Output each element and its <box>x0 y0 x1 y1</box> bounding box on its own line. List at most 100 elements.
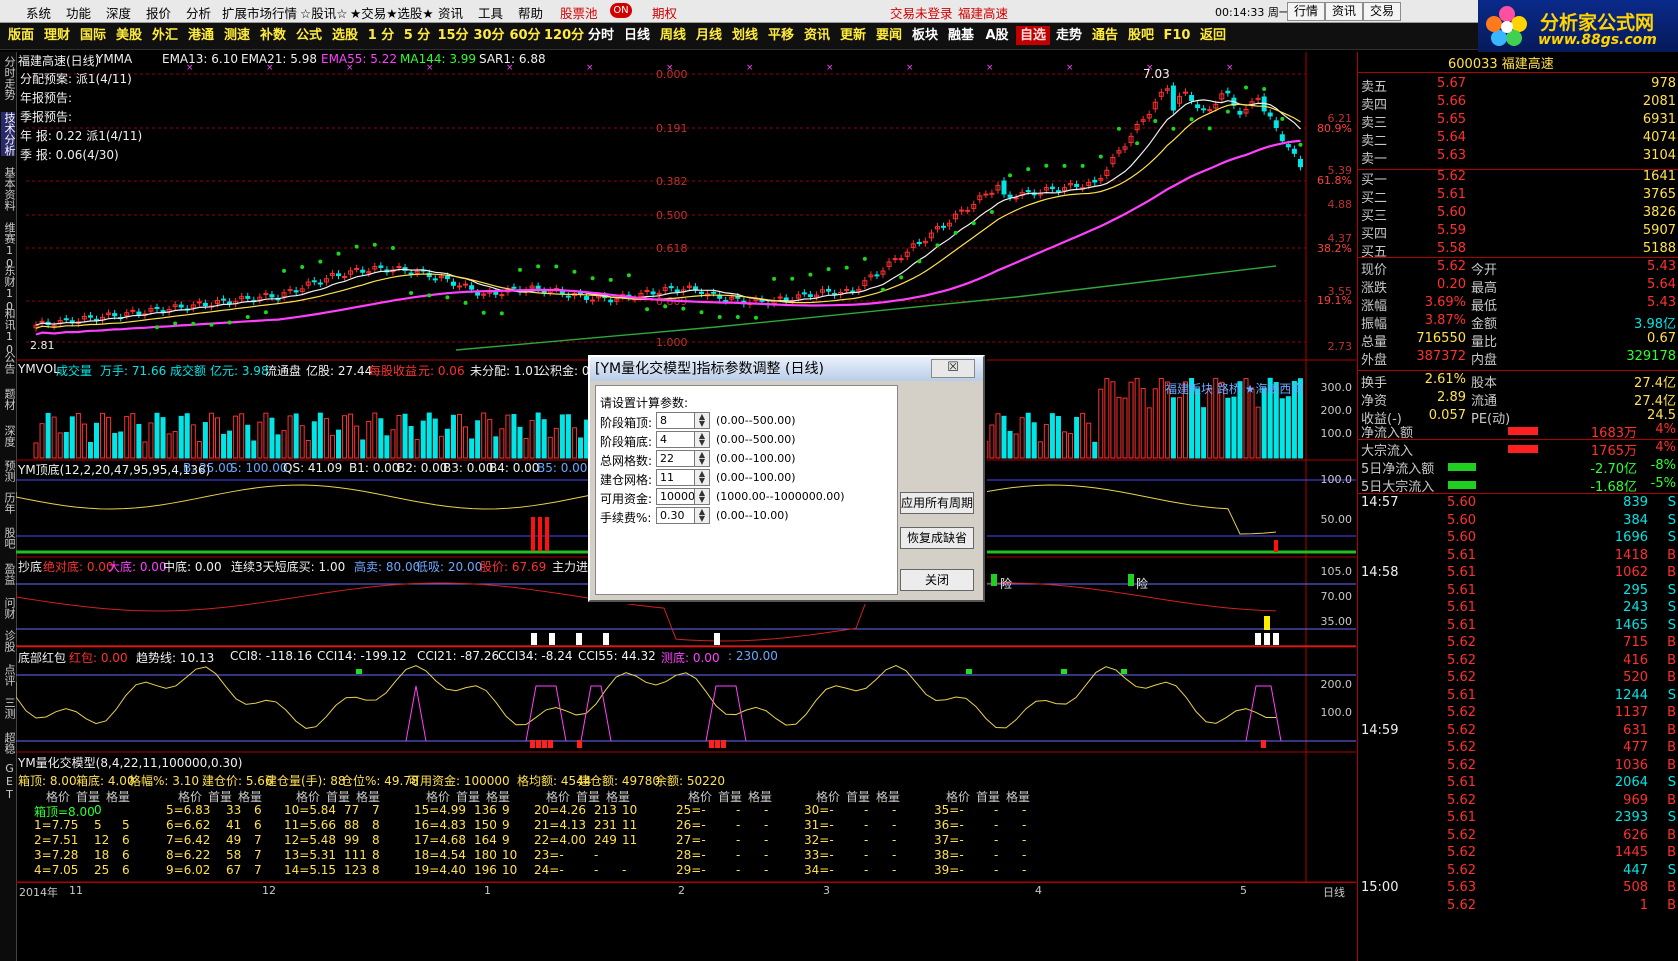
trade-button[interactable]: 交易 <box>1363 2 1401 21</box>
left-tab-8[interactable]: 深度 <box>1 425 16 447</box>
toolbar-btn-15[interactable]: 120分 <box>544 26 584 45</box>
left-tab-15[interactable]: 点评 <box>1 664 16 686</box>
stock-pool-on-badge[interactable]: ON <box>610 3 632 18</box>
ym-red-bar-1 <box>538 517 542 551</box>
restore-default-button[interactable]: 恢复成缺省 <box>900 527 974 549</box>
spin-arrows-icon[interactable]: ▲ ▼ <box>694 431 710 448</box>
toolbar-btn-2[interactable]: 国际 <box>76 26 110 45</box>
dialog-close-button[interactable]: 关闭 <box>900 569 974 591</box>
toolbar-btn-29[interactable]: 走势 <box>1052 26 1086 45</box>
dialog-close-icon[interactable]: ☒ <box>931 359 975 378</box>
toolbar-btn-30[interactable]: 通告 <box>1088 26 1122 45</box>
toolbar-btn-1[interactable]: 理财 <box>40 26 74 45</box>
toolbar-btn-9[interactable]: 选股 <box>328 26 362 45</box>
volume-bar-201 <box>1249 388 1255 459</box>
left-tab-9[interactable]: 预测 <box>1 460 16 482</box>
toolbar-btn-24[interactable]: 要闻 <box>872 26 906 45</box>
left-tab-13[interactable]: 问财 <box>1 597 16 619</box>
toolbar-btn-6[interactable]: 测速 <box>220 26 254 45</box>
toolbar-btn-11[interactable]: 5 分 <box>400 26 434 45</box>
toolbar-btn-10[interactable]: 1 分 <box>364 26 398 45</box>
toolbar-btn-19[interactable]: 月线 <box>692 26 726 45</box>
spin-arrows-icon[interactable]: ▲ ▼ <box>694 450 710 467</box>
stock-pool-link[interactable]: 股票池 <box>560 3 598 22</box>
left-tab-3[interactable]: 维赛10 <box>1 222 16 270</box>
toolbar-btn-3[interactable]: 美股 <box>112 26 146 45</box>
param-input[interactable]: 11 <box>656 469 697 486</box>
vol-axis-label-0: 300.0 <box>1321 381 1353 394</box>
grid-cell: - <box>736 863 741 877</box>
toolbar-btn-25[interactable]: 板块 <box>908 26 942 45</box>
left-tab-18[interactable]: GET <box>1 762 16 801</box>
toolbar-btn-33[interactable]: 返回 <box>1196 26 1230 45</box>
toolbar-btn-4[interactable]: 外汇 <box>148 26 182 45</box>
toolbar-btn-13[interactable]: 30分 <box>472 26 506 45</box>
trade-login-status[interactable]: 交易未登录 <box>890 3 953 22</box>
left-tab-5[interactable]: 和讯10 <box>1 308 16 356</box>
quote-button[interactable]: 行情 <box>1287 2 1325 21</box>
dialog-title[interactable]: [YM量化交模型]指标参数调整 (日线) <box>590 357 983 381</box>
spin-arrows-icon[interactable]: ▲ ▼ <box>694 412 710 429</box>
toolbar-btn-14[interactable]: 60分 <box>508 26 542 45</box>
spin-arrows-icon[interactable]: ▲ ▼ <box>694 488 710 505</box>
toolbar-btn-27[interactable]: A股 <box>980 26 1014 45</box>
menu-quote[interactable]: 报价 <box>146 3 171 22</box>
menu-help[interactable]: 帮助 <box>518 3 543 22</box>
param-input[interactable]: 22 <box>656 450 697 467</box>
menu-tools[interactable]: 工具 <box>478 3 503 22</box>
menu-trade-select[interactable]: ★交易★选股★ <box>350 3 434 22</box>
toolbar-btn-16[interactable]: 分时 <box>584 26 618 45</box>
toolbar-btn-17[interactable]: 日线 <box>620 26 654 45</box>
period-label[interactable]: 日线 <box>1323 884 1345 900</box>
toolbar-btn-8[interactable]: 公式 <box>292 26 326 45</box>
param-input[interactable]: 4 <box>656 431 697 448</box>
left-tab-14[interactable]: 诊股 <box>1 630 16 652</box>
info-button[interactable]: 资讯 <box>1325 2 1363 21</box>
grid-cell: 164 <box>474 833 497 847</box>
left-tab-11[interactable]: 股吧 <box>1 527 16 549</box>
left-tab-4[interactable]: 东财10 <box>1 265 16 313</box>
toolbar-btn-22[interactable]: 资讯 <box>800 26 834 45</box>
menu-info[interactable]: 资讯 <box>438 3 463 22</box>
left-tab-2[interactable]: 基本资料 <box>1 167 16 211</box>
left-tab-10[interactable]: 历年 <box>1 492 16 514</box>
toolbar-btn-26[interactable]: 融基 <box>944 26 978 45</box>
menu-function[interactable]: 功能 <box>66 3 91 22</box>
ask-label: 卖四 <box>1361 98 1388 113</box>
toolbar-btn-0[interactable]: 版面 <box>4 26 38 45</box>
toolbar-btn-18[interactable]: 周线 <box>656 26 690 45</box>
candle-body-69 <box>450 281 456 286</box>
param-input[interactable]: 8 <box>656 412 697 429</box>
volume-bar-36 <box>251 440 257 459</box>
spin-arrows-icon[interactable]: ▲ ▼ <box>694 469 710 486</box>
menu-depth[interactable]: 深度 <box>106 3 131 22</box>
menu-system[interactable]: 系统 <box>26 3 51 22</box>
tick-volume: 2064 <box>1614 775 1648 790</box>
param-input[interactable]: 100000 <box>656 488 702 505</box>
left-tab-12[interactable]: 盈益 <box>1 563 16 585</box>
toolbar-btn-5[interactable]: 港通 <box>184 26 218 45</box>
toolbar-btn-12[interactable]: 15分 <box>436 26 470 45</box>
menu-ext-market[interactable]: 扩展市场行情 <box>222 3 297 22</box>
menu-analysis[interactable]: 分析 <box>186 3 211 22</box>
toolbar-btn-28[interactable]: 自选 <box>1016 26 1050 45</box>
toolbar-btn-20[interactable]: 划线 <box>728 26 762 45</box>
left-tab-6[interactable]: 公告 <box>1 352 16 374</box>
toolbar-btn-21[interactable]: 平移 <box>764 26 798 45</box>
left-tab-17[interactable]: 超稳 <box>1 732 16 754</box>
sector-tags[interactable]: 福建板块 路桥 ★海峡西岸 <box>1165 380 1303 397</box>
left-tab-7[interactable]: 题材 <box>1 388 16 410</box>
param-input[interactable]: 0.30 <box>656 507 697 524</box>
toolbar-btn-32[interactable]: F10 <box>1160 26 1194 45</box>
toolbar-btn-7[interactable]: 补数 <box>256 26 290 45</box>
apply-all-periods-button[interactable]: 应用所有周期 <box>900 492 974 514</box>
toolbar-btn-31[interactable]: 股吧 <box>1124 26 1158 45</box>
left-tab-0[interactable]: 分时走势 <box>1 56 16 100</box>
left-tab-1[interactable]: 技术分析 <box>1 112 16 156</box>
menu-stock-news[interactable]: ☆股讯☆ <box>300 3 347 22</box>
flow-value: -2.70亿 <box>1590 462 1637 477</box>
spin-arrows-icon[interactable]: ▲ ▼ <box>694 507 710 524</box>
left-tab-16[interactable]: 三测 <box>1 697 16 719</box>
options-link[interactable]: 期权 <box>652 3 677 22</box>
toolbar-btn-23[interactable]: 更新 <box>836 26 870 45</box>
